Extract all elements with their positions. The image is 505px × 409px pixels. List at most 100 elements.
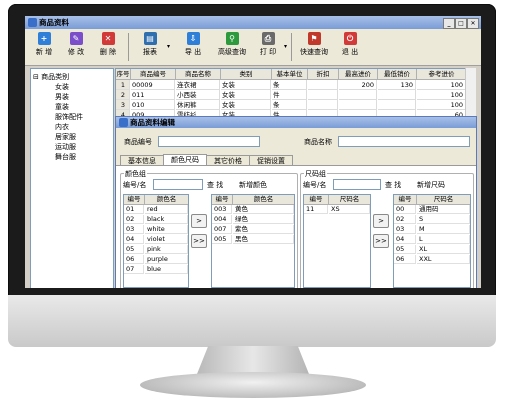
- tree-item[interactable]: 服饰配件: [55, 112, 83, 122]
- collapse-icon[interactable]: ⊟: [33, 73, 39, 81]
- exit-button[interactable]: ⏻ 退 出: [335, 32, 365, 62]
- main-window-titlebar: 商品资料 _ □ ✕: [25, 16, 481, 29]
- size-find-button[interactable]: 查 找: [385, 180, 401, 190]
- new-color-button[interactable]: 新增颜色: [239, 180, 267, 190]
- list-header: 尺码名: [329, 195, 370, 205]
- list-header: 编号: [212, 195, 233, 205]
- list-cell: 11: [304, 205, 328, 214]
- list-cell: 黑色: [233, 235, 294, 244]
- advanced-search-button[interactable]: ⚲ 高级查询: [215, 32, 249, 62]
- add-label: 新 增: [35, 48, 53, 56]
- column-header[interactable]: 折扣: [308, 69, 339, 80]
- add-button[interactable]: + 新 增: [29, 32, 59, 62]
- column-header[interactable]: 商品名称: [176, 69, 221, 80]
- column-header[interactable]: 基本单位: [272, 69, 308, 80]
- main-window-title: 商品资料: [39, 18, 69, 27]
- column-header[interactable]: 参考进价: [417, 69, 466, 80]
- list-cell: 03: [124, 225, 144, 234]
- list-header: 颜色名: [145, 195, 188, 205]
- edit-icon: ✎: [69, 32, 83, 45]
- tab-pane: 颜色组 编号/名 查 找 新增颜色 编号 颜色名 01 red 02 black 03 w…: [116, 165, 476, 288]
- print-dropdown-icon[interactable]: ▾: [284, 43, 287, 50]
- edit-window-titlebar: 商品资料编辑: [116, 117, 476, 128]
- size-group-title: 尺码组: [304, 169, 327, 179]
- table-cell: 女装: [221, 90, 271, 100]
- close-button[interactable]: ✕: [467, 18, 479, 29]
- table-cell: 3: [116, 100, 130, 110]
- tree-item[interactable]: 舞台服: [55, 152, 76, 162]
- list-cell: 黄色: [233, 205, 294, 214]
- list-cell: 紫色: [233, 225, 294, 234]
- new-size-button[interactable]: 新增尺码: [417, 180, 445, 190]
- list-cell: white: [145, 225, 188, 234]
- tree-item[interactable]: 居家服: [55, 132, 76, 142]
- list-cell: 07: [124, 265, 144, 274]
- list-cell: M: [417, 225, 470, 234]
- export-label: 导 出: [184, 48, 202, 56]
- print-button[interactable]: ⎙ 打 印: [253, 32, 283, 62]
- tree-root[interactable]: ⊟ 商品类别: [33, 72, 69, 82]
- list-cell: red: [145, 205, 188, 214]
- delete-button[interactable]: ✕ 删 除: [93, 32, 123, 62]
- size-list: 编号 尺码名 11 XS: [303, 194, 371, 288]
- list-cell: S: [417, 215, 470, 224]
- quick-search-button[interactable]: ⚑ 快速查询: [297, 32, 331, 62]
- edit-window-title: 商品资料编辑: [130, 118, 175, 127]
- minimize-button[interactable]: _: [443, 18, 455, 29]
- edit-button[interactable]: ✎ 修 改: [61, 32, 91, 62]
- monitor-stand-neck: [197, 346, 309, 374]
- size-search-input[interactable]: [333, 179, 381, 190]
- edit-window-icon: [119, 118, 128, 127]
- color-find-button[interactable]: 查 找: [207, 180, 223, 190]
- list-cell: 03: [394, 225, 416, 234]
- table-cell: 件: [272, 90, 307, 100]
- product-code-input[interactable]: [158, 136, 260, 147]
- report-dropdown-icon[interactable]: ▾: [167, 43, 170, 50]
- column-header[interactable]: 最低销价: [378, 69, 417, 80]
- list-cell: 02: [124, 215, 144, 224]
- advanced-search-label: 高级查询: [218, 48, 246, 56]
- table-cell: 010: [131, 100, 175, 110]
- export-button[interactable]: ⇩ 导 出: [178, 32, 208, 62]
- column-header[interactable]: 序号: [116, 69, 131, 80]
- toolbar-separator: [128, 33, 129, 61]
- list-cell: 02: [394, 215, 416, 224]
- list-cell: 04: [124, 235, 144, 244]
- size-group: 尺码组 编号/名 查 找 新增尺码 编号 尺码名 11 XS > >> 编号 尺码…: [300, 169, 474, 288]
- list-cell: 003: [212, 205, 232, 214]
- maximize-button[interactable]: □: [455, 18, 467, 29]
- column-header[interactable]: 商品编号: [131, 69, 176, 80]
- table-cell: 1: [116, 80, 130, 90]
- tree-item[interactable]: 童装: [55, 102, 69, 112]
- tree-item[interactable]: 女装: [55, 82, 69, 92]
- report-label: 报表: [143, 48, 157, 56]
- table-cell: 条: [272, 80, 307, 90]
- selected-color-list: 编号 颜色名 003 黄色 004 绿色 007 紫色 005 黑色: [211, 194, 295, 288]
- tree-item[interactable]: 男装: [55, 92, 69, 102]
- add-all-colors-button[interactable]: >>: [191, 234, 207, 248]
- column-header[interactable]: 类别: [221, 69, 272, 80]
- list-cell: 通用码: [417, 205, 470, 214]
- product-name-input[interactable]: [338, 136, 470, 147]
- add-color-button[interactable]: >: [191, 214, 207, 228]
- product-code-label: 商品编号: [124, 138, 152, 146]
- add-size-button[interactable]: >: [373, 214, 389, 228]
- tree-item[interactable]: 运动服: [55, 142, 76, 152]
- list-cell: 01: [124, 205, 144, 214]
- table-cell: 100: [417, 80, 466, 90]
- tree-item[interactable]: 内衣: [55, 122, 69, 132]
- color-search-input[interactable]: [153, 179, 203, 190]
- table-cell: [308, 90, 338, 100]
- quick-search-label: 快速查询: [300, 48, 328, 56]
- table-cell: 100: [417, 100, 466, 110]
- table-cell: 条: [272, 100, 307, 110]
- color-group-title: 颜色组: [124, 169, 147, 179]
- column-header[interactable]: 最高进价: [339, 69, 378, 80]
- table-cell: 200: [339, 80, 377, 90]
- report-button[interactable]: ▤ 报表: [135, 32, 165, 62]
- table-cell: [308, 100, 338, 110]
- table-cell: [339, 90, 377, 100]
- size-search-label: 编号/名: [303, 181, 327, 189]
- add-all-sizes-button[interactable]: >>: [373, 234, 389, 248]
- table-cell: 女装: [221, 80, 271, 90]
